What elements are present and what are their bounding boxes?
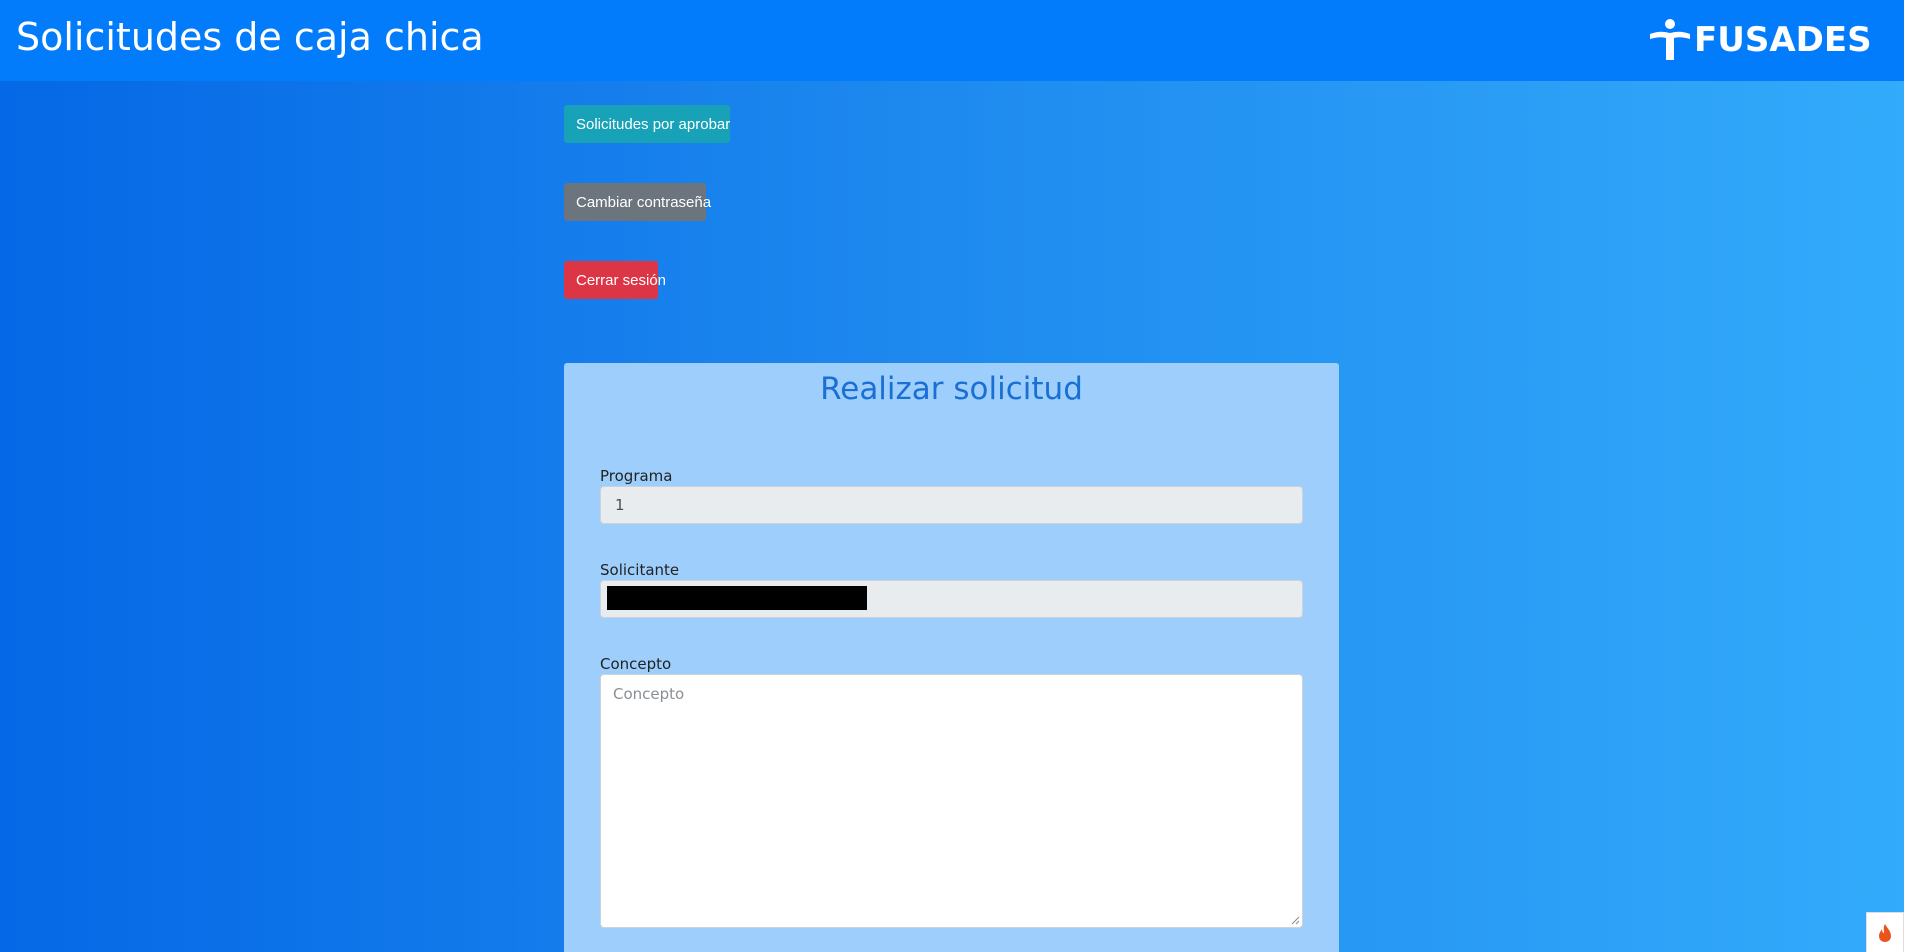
- person-logo-icon: [1650, 19, 1690, 60]
- programa-value: 1: [615, 496, 625, 514]
- redacted-block: [607, 586, 867, 610]
- form-title: Realizar solicitud: [820, 371, 1083, 407]
- concepto-textarea[interactable]: Concepto: [600, 674, 1303, 928]
- flame-widget-button[interactable]: [1866, 912, 1904, 952]
- fusades-logo: FUSADES: [1648, 16, 1872, 64]
- concepto-placeholder: Concepto: [613, 685, 685, 703]
- page-title: Solicitudes de caja chica: [16, 15, 484, 59]
- solicitante-field[interactable]: [600, 580, 1303, 618]
- change-password-button[interactable]: Cambiar contraseña: [564, 183, 711, 221]
- scrollbar[interactable]: [1904, 0, 1910, 952]
- concepto-label: Concepto: [600, 655, 672, 673]
- request-form-card: Realizar solicitud Programa 1 Solicitant…: [564, 363, 1339, 952]
- resize-grip-icon[interactable]: [1290, 915, 1300, 925]
- flame-icon: [1879, 923, 1891, 942]
- programa-label: Programa: [600, 467, 673, 485]
- logo-text: FUSADES: [1694, 20, 1872, 60]
- logout-button[interactable]: Cerrar sesión: [564, 261, 666, 299]
- solicitante-label: Solicitante: [600, 561, 680, 579]
- pending-requests-button[interactable]: Solicitudes por aprobar: [564, 105, 730, 143]
- header-bar: Solicitudes de caja chica FUSADES: [0, 0, 1904, 81]
- programa-field[interactable]: 1: [600, 486, 1303, 524]
